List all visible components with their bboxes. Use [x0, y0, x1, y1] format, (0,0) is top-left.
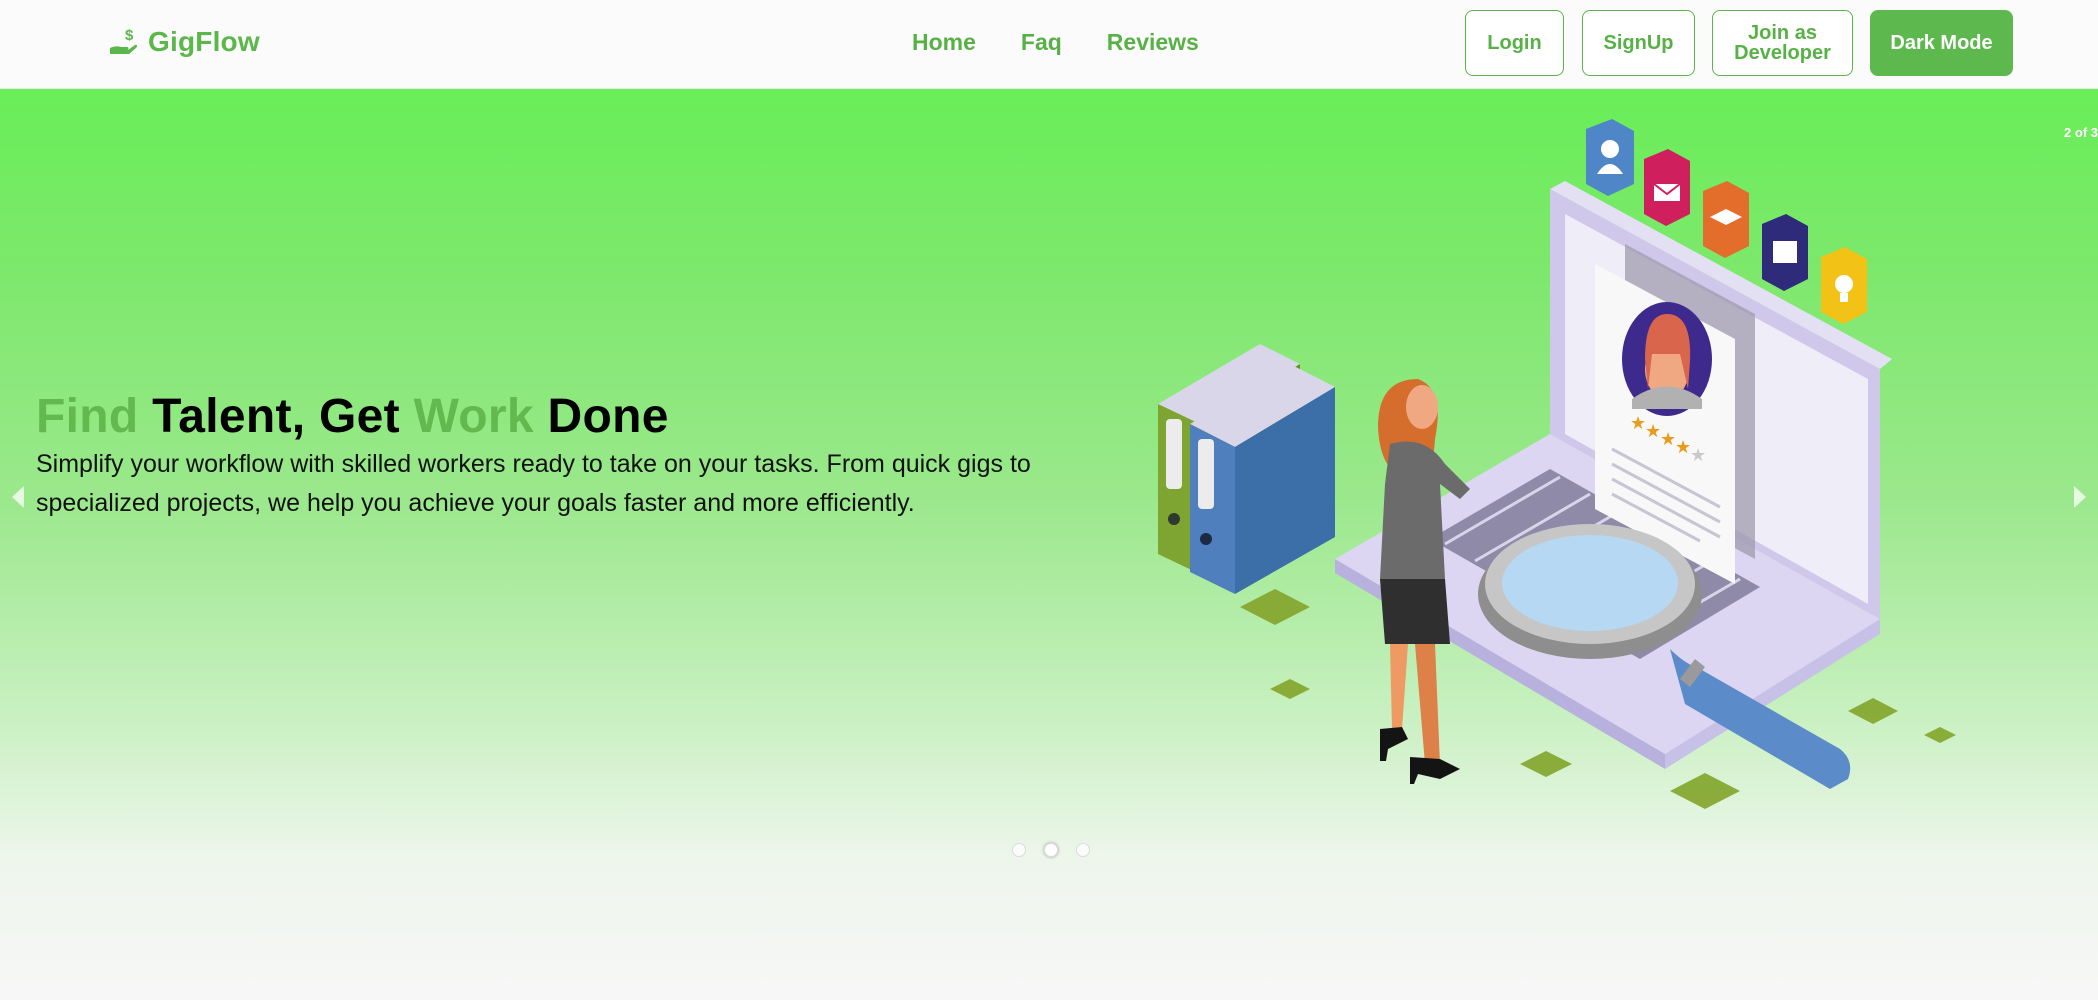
svg-text:★: ★: [1690, 445, 1706, 466]
hero-title-word-work: Work: [413, 390, 534, 443]
svg-text:★: ★: [1645, 421, 1661, 442]
nav-home-link[interactable]: Home: [912, 26, 976, 58]
brand-logo[interactable]: $ GigFlow: [108, 22, 260, 62]
hero-title-word-talent: Talent, Get: [152, 390, 400, 443]
svg-text:★: ★: [1630, 413, 1646, 434]
signup-button[interactable]: SignUp: [1582, 10, 1695, 76]
carousel-dot-1[interactable]: [1012, 843, 1026, 857]
dark-mode-button[interactable]: Dark Mode: [1870, 10, 2013, 76]
carousel-indicators: [1012, 843, 1090, 857]
nav-reviews-link[interactable]: Reviews: [1107, 26, 1199, 58]
svg-text:★: ★: [1675, 437, 1691, 458]
hiring-illustration: ★ ★ ★ ★ ★: [1158, 119, 1956, 809]
navbar: $ GigFlow Home Faq Reviews Login SignUp …: [0, 0, 2098, 89]
carousel-dot-3[interactable]: [1076, 843, 1090, 857]
slide-counter: 2 of 3: [2064, 125, 2098, 140]
svg-text:★: ★: [1660, 429, 1676, 450]
brand-name: GigFlow: [148, 26, 260, 57]
hero-title-word-find: Find: [36, 390, 139, 443]
main-nav: Home Faq Reviews: [912, 26, 1199, 58]
hero-title: Find Talent, Get Work Done: [36, 389, 669, 444]
chevron-right-icon[interactable]: [2074, 486, 2086, 508]
hand-dollar-icon: $: [110, 27, 138, 54]
hero-description: Simplify your workflow with skilled work…: [36, 450, 1031, 517]
chevron-left-icon[interactable]: [12, 486, 24, 508]
hero-carousel: 2 of 3 Find Talent, Get Work Done Simpli…: [0, 89, 2098, 1000]
svg-text:$: $: [125, 27, 134, 44]
login-button[interactable]: Login: [1465, 10, 1564, 76]
join-developer-button[interactable]: Join as Developer: [1712, 10, 1853, 76]
hero-title-word-done: Done: [547, 390, 669, 443]
nav-faq-link[interactable]: Faq: [1021, 26, 1062, 58]
carousel-dot-2[interactable]: [1044, 843, 1058, 857]
